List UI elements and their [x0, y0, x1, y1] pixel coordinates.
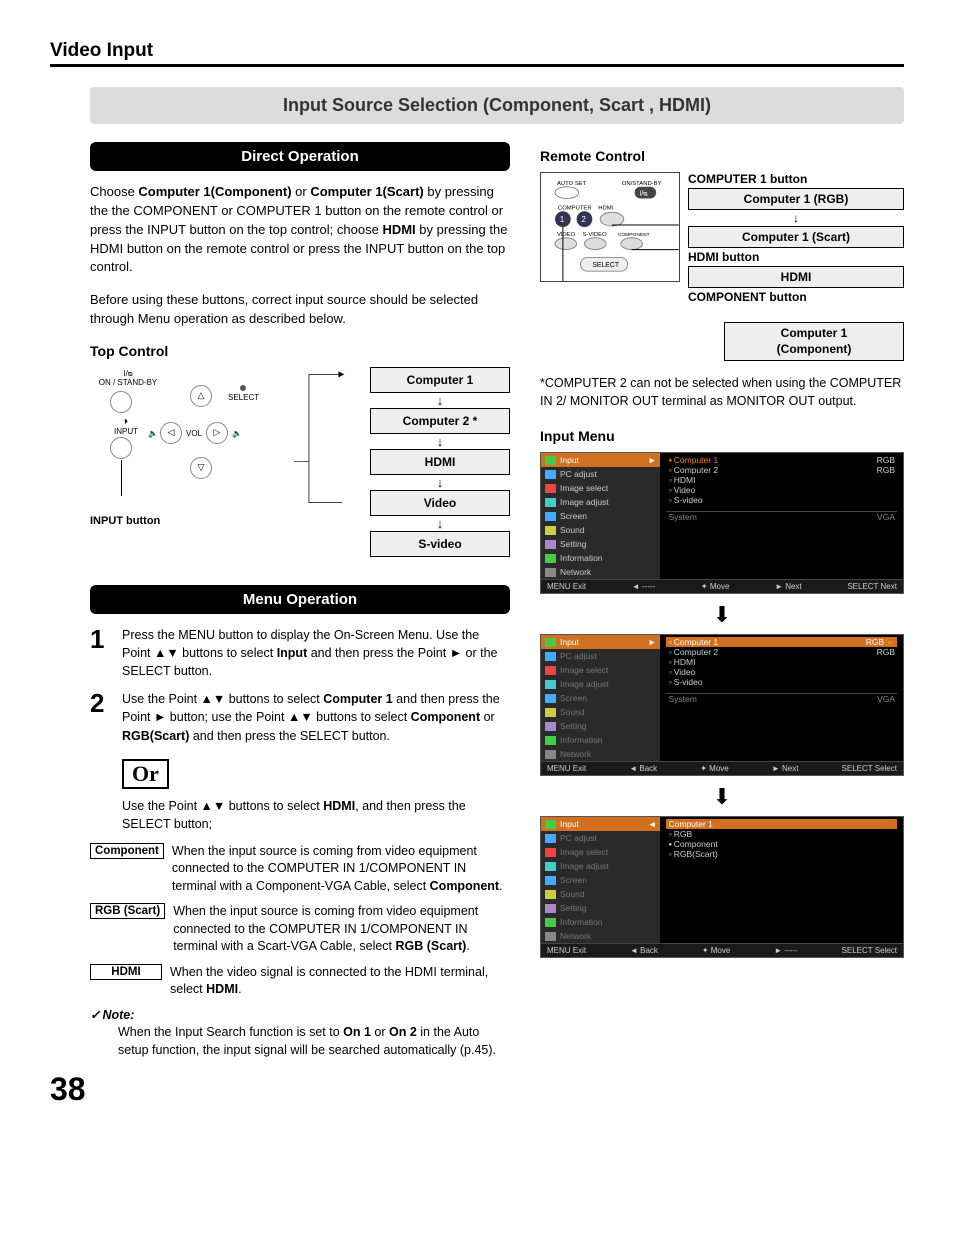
remote-diagram: AUTO SET ON/STAND-BY I/ᴓ COMPUTER HDMI 1… — [540, 172, 680, 282]
def-hdmi-label: HDMI — [90, 964, 162, 980]
note-label: Note: — [90, 1008, 134, 1022]
flow-connector — [285, 367, 355, 507]
svg-text:AUTO SET: AUTO SET — [557, 181, 587, 187]
or-text: Use the Point ▲▼ buttons to select HDMI,… — [122, 797, 510, 833]
svg-text:HDMI: HDMI — [598, 205, 613, 211]
input-menu-heading: Input Menu — [540, 428, 904, 444]
remote-c1-rgb-box: Computer 1 (RGB) — [688, 188, 904, 210]
svg-text:S-VIDEO: S-VIDEO — [583, 232, 608, 238]
step-2-text: Use the Point ▲▼ buttons to select Compu… — [122, 690, 510, 744]
flow-svideo: S-video — [370, 531, 510, 557]
section-title: Video Input — [50, 40, 904, 67]
svg-text:COMPONENT: COMPONENT — [618, 232, 650, 238]
def-component-label: Component — [90, 843, 164, 859]
flow-computer2: Computer 2 * — [370, 408, 510, 434]
flow-video: Video — [370, 490, 510, 516]
step-1-number: 1 — [90, 626, 110, 680]
svg-text:1: 1 — [560, 215, 564, 224]
arrow-down-icon: ⬇ — [540, 784, 904, 810]
direct-operation-heading: Direct Operation — [90, 142, 510, 171]
def-rgb-label: RGB (Scart) — [90, 903, 165, 919]
svg-text:SELECT: SELECT — [592, 262, 619, 269]
def-rgb-text: When the input source is coming from vid… — [173, 903, 510, 956]
remote-c1-scart-box: Computer 1 (Scart) — [688, 226, 904, 248]
menu-screenshot-3: Input ◄PC adjustImage selectImage adjust… — [540, 816, 904, 958]
menu-screenshot-2: Input ►PC adjustImage selectImage adjust… — [540, 634, 904, 776]
svg-text:2: 2 — [582, 215, 586, 224]
step-2-number: 2 — [90, 690, 110, 744]
remote-heading: Remote Control — [540, 148, 904, 164]
arrow-down-icon: ↓ — [688, 212, 904, 224]
top-control-diagram: I/ᴓON / STAND-BY △ SELECT ⏵INPUT 🔈 ◁ VOL… — [90, 367, 270, 507]
remote-hdmi-button-label: HDMI button — [688, 250, 904, 264]
note-text: When the Input Search function is set to… — [90, 1024, 510, 1059]
arrow-down-icon: ⬇ — [540, 602, 904, 628]
svg-text:I/ᴓ: I/ᴓ — [639, 191, 648, 198]
top-control-heading: Top Control — [90, 343, 510, 359]
menu-operation-heading: Menu Operation — [90, 585, 510, 614]
direct-para2: Before using these buttons, correct inpu… — [90, 291, 510, 329]
def-hdmi-text: When the video signal is connected to th… — [170, 964, 510, 999]
svg-text:VIDEO: VIDEO — [557, 232, 576, 238]
step-1-text: Press the MENU button to display the On-… — [122, 626, 510, 680]
title-bar: Input Source Selection (Component, Scart… — [90, 87, 904, 124]
input-button-label: INPUT button — [90, 515, 270, 527]
remote-c1-button-label: COMPUTER 1 button — [688, 172, 904, 186]
menu-screenshot-1: Input ►PC adjustImage selectImage adjust… — [540, 452, 904, 594]
remote-component-button-label: COMPONENT button — [688, 290, 904, 304]
svg-text:ON/STAND-BY: ON/STAND-BY — [622, 181, 662, 187]
svg-text:COMPUTER: COMPUTER — [558, 205, 592, 211]
remote-c1-component-box: Computer 1(Component) — [724, 322, 904, 361]
input-flow: Computer 1 ↓ Computer 2 * ↓ HDMI ↓ Video… — [370, 367, 510, 557]
footnote: *COMPUTER 2 can not be selected when usi… — [540, 375, 904, 410]
def-component-text: When the input source is coming from vid… — [172, 843, 510, 896]
or-box: Or — [122, 759, 169, 789]
direct-para1: Choose Computer 1(Component) or Computer… — [90, 183, 510, 277]
flow-computer1: Computer 1 — [370, 367, 510, 393]
page-number: 38 — [50, 1071, 904, 1108]
remote-hdmi-box: HDMI — [688, 266, 904, 288]
flow-hdmi: HDMI — [370, 449, 510, 475]
